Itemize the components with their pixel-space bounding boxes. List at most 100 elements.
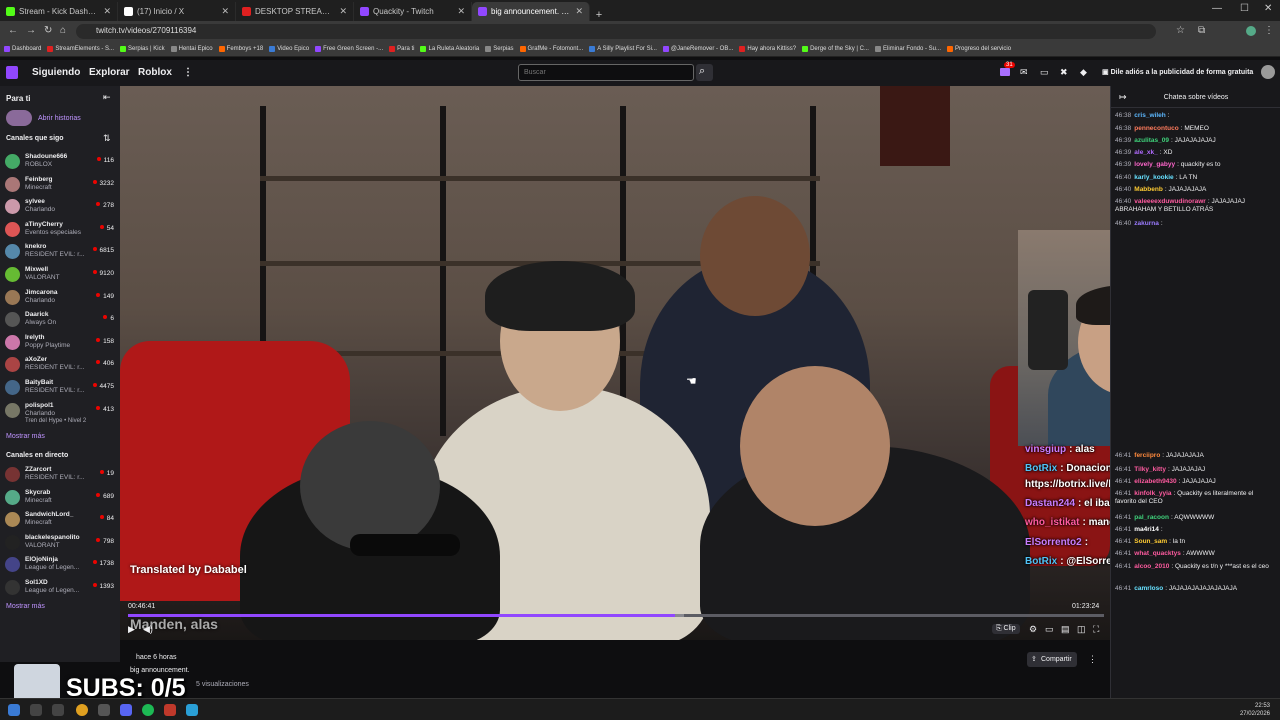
chat-username[interactable]: ferciipro bbox=[1134, 452, 1160, 459]
chat-message[interactable]: 46:41 ferciipro: JAJAJAJAJA bbox=[1115, 452, 1275, 460]
chat-message[interactable]: 46:38 cris_wileh: bbox=[1115, 112, 1275, 120]
chat-username[interactable]: zakurna bbox=[1134, 220, 1159, 227]
home-icon[interactable]: ⌂ bbox=[60, 25, 66, 36]
sidebar-channel[interactable]: Irelyth Poppy Playtime 158 bbox=[5, 333, 117, 355]
sidebar-channel[interactable]: sylvee Charlando 278 bbox=[5, 197, 117, 219]
more-options-icon[interactable]: ⋮ bbox=[1088, 654, 1097, 665]
start-icon[interactable] bbox=[8, 704, 20, 716]
sidebar-channel[interactable]: SandwichLord_ Minecraft 84 bbox=[5, 510, 117, 532]
chat-username[interactable]: valeeeexduwudinorawr bbox=[1134, 198, 1206, 205]
collapse-chat-icon[interactable]: ↦ bbox=[1119, 92, 1127, 103]
stories-avatars[interactable] bbox=[6, 110, 32, 126]
minimize-icon[interactable]: — bbox=[1212, 3, 1222, 14]
sidebar-channel[interactable]: blackelespanolito VALORANT 798 bbox=[5, 533, 117, 555]
close-tab-icon[interactable]: ✕ bbox=[339, 6, 347, 17]
reload-icon[interactable]: ↻ bbox=[44, 25, 52, 36]
chat-message[interactable]: 46:41 elizabeth9430: JAJAJAJAJ bbox=[1115, 478, 1275, 486]
maximize-icon[interactable]: ☐ bbox=[1240, 3, 1249, 14]
sidebar-channel[interactable]: Feinberg Minecraft 3232 bbox=[5, 175, 117, 197]
chat-username[interactable]: kinfolk_yyia bbox=[1134, 490, 1171, 497]
twitch-logo-icon[interactable] bbox=[6, 66, 18, 79]
chat-message[interactable]: 46:39 azulitas_09: JAJAJAJAJAJ bbox=[1115, 137, 1275, 145]
search-button[interactable]: ⌕ bbox=[696, 64, 713, 81]
sidebar-channel[interactable]: ElOjoNinja League of Legen... 1738 bbox=[5, 555, 117, 577]
bookmark-item[interactable]: Serpias bbox=[485, 46, 514, 52]
chat-message[interactable]: 46:41 pal_racoon: AQWWWWW bbox=[1115, 514, 1275, 522]
obs-icon[interactable] bbox=[164, 704, 176, 716]
browser-tab[interactable]: Stream - Kick Dashboard ✕ bbox=[0, 2, 118, 21]
chat-username[interactable]: pal_racoon bbox=[1134, 514, 1169, 521]
close-window-icon[interactable]: ✕ bbox=[1264, 3, 1272, 14]
bookmark-item[interactable]: Para ti bbox=[389, 46, 414, 52]
following-link[interactable]: Siguiendo bbox=[32, 67, 80, 78]
chat-username[interactable]: lovely_gabyy bbox=[1134, 161, 1175, 168]
show-more-live-link[interactable]: Mostrar más bbox=[6, 603, 45, 610]
browser-menu-icon[interactable]: ⋮ bbox=[1264, 25, 1274, 36]
chat-message[interactable]: 46:39 ale_xk_: XD bbox=[1115, 149, 1275, 157]
chat-username[interactable]: karly_kookie bbox=[1134, 174, 1173, 181]
browser-tab[interactable]: Quackity - Twitch ✕ bbox=[354, 2, 472, 21]
chat-message[interactable]: 46:41 kinfolk_yyia: Quackity es literalme… bbox=[1115, 490, 1275, 506]
extensions-icon[interactable]: ⧉ bbox=[1198, 25, 1205, 36]
video-player[interactable]: ☚ bbox=[120, 86, 1110, 640]
close-tab-icon[interactable]: ✕ bbox=[221, 6, 229, 17]
bookmark-item[interactable]: Progreso del servicio bbox=[947, 46, 1011, 52]
sidebar-channel[interactable]: Daarick Always On 6 bbox=[5, 310, 117, 332]
chat-username[interactable]: Soun_sam bbox=[1134, 538, 1167, 545]
sidebar-channel[interactable]: Mixwell VALORANT 9120 bbox=[5, 265, 117, 287]
profile-avatar[interactable] bbox=[1246, 26, 1256, 36]
user-avatar[interactable] bbox=[1261, 65, 1275, 79]
roblox-link[interactable]: Roblox bbox=[138, 67, 172, 78]
bookmark-item[interactable]: Free Green Screen -... bbox=[315, 46, 383, 52]
open-stories-link[interactable]: Abrir historias bbox=[38, 115, 81, 122]
sidebar-channel[interactable]: Sol1XD League of Legen... 1393 bbox=[5, 578, 117, 600]
browser-tab[interactable]: DESKTOP STREAM FT. MR.BEAS...✕ bbox=[236, 2, 354, 21]
layout-icon[interactable]: ◫ bbox=[1077, 624, 1086, 635]
chat-message[interactable]: 46:39 lovely_gabyy: quackity es to bbox=[1115, 161, 1275, 169]
chrome-icon[interactable] bbox=[76, 704, 88, 716]
sidebar-channel[interactable]: Jimcarona Charlando 149 bbox=[5, 288, 117, 310]
browse-link[interactable]: Explorar bbox=[89, 67, 130, 78]
bookmark-item[interactable]: Femboys +18 bbox=[218, 46, 263, 52]
bookmark-item[interactable]: Video Epico bbox=[269, 46, 309, 52]
bookmark-item[interactable]: La Ruleta Aleatoria bbox=[420, 46, 479, 52]
file-explorer-icon[interactable] bbox=[30, 704, 42, 716]
theatre-mode-icon[interactable]: ▭ bbox=[1045, 624, 1054, 635]
whispers-icon[interactable]: ▭ bbox=[1040, 67, 1049, 78]
chat-username[interactable]: ma4ri14 bbox=[1134, 526, 1159, 533]
chat-username[interactable]: camrloso bbox=[1134, 585, 1163, 592]
hype-icon[interactable]: ✖ bbox=[1060, 67, 1068, 78]
close-tab-icon[interactable]: ✕ bbox=[575, 6, 583, 17]
chat-username[interactable]: azulitas_09 bbox=[1134, 137, 1169, 144]
clip-button[interactable]: ⎘ Clip bbox=[992, 624, 1020, 634]
chat-message[interactable]: 46:40 Mabbenb: JAJAJAJAJA bbox=[1115, 186, 1275, 194]
share-button[interactable]: ⇪ Compartir bbox=[1027, 652, 1077, 667]
address-bar[interactable]: twitch.tv/videos/2709116394 bbox=[76, 24, 1156, 39]
sidebar-channel[interactable]: polispol1 Charlando 413 Tren del Hype • Niv… bbox=[5, 401, 117, 424]
bookmark-item[interactable]: Hay ahora Kittiss? bbox=[739, 46, 796, 52]
chat-message[interactable]: 46:38 pennecontuco: MEMEO bbox=[1115, 125, 1275, 133]
settings-gear-icon[interactable]: ⚙ bbox=[1029, 624, 1037, 635]
bookmark-item[interactable]: Hentai Epico bbox=[170, 46, 213, 52]
bits-icon[interactable]: ◆ bbox=[1080, 67, 1087, 78]
chat-username[interactable]: Mabbenb bbox=[1134, 186, 1163, 193]
new-tab-button[interactable]: + bbox=[590, 9, 608, 21]
taskbar-app-icon[interactable] bbox=[98, 704, 110, 716]
chat-message[interactable]: 46:41 alcoo_2010: Quackity es t/n y ***as… bbox=[1115, 563, 1275, 571]
bookmark-star-icon[interactable]: ☆ bbox=[1176, 25, 1185, 36]
volume-icon[interactable]: ◀) bbox=[143, 624, 153, 635]
browser-tab-active[interactable]: big announcement. - Twitch✕ bbox=[472, 2, 590, 21]
chat-message[interactable]: 46:41 camrloso: JAJAJAJAJAJAJAJAJA bbox=[1115, 585, 1275, 593]
chat-username[interactable]: alcoo_2010 bbox=[1134, 563, 1169, 570]
sort-icon[interactable]: ⇅ bbox=[103, 133, 111, 144]
chat-message[interactable]: 46:40 zakurna: bbox=[1115, 220, 1275, 228]
chat-message[interactable]: 46:41 ma4ri14: bbox=[1115, 526, 1275, 534]
browser-tab[interactable]: (17) Inicio / X ✕ bbox=[118, 2, 236, 21]
inbox-icon[interactable]: ✉ bbox=[1020, 67, 1028, 78]
chat-message[interactable]: 46:40 valeeeexduwudinorawr: JAJAJAJAJ ABR… bbox=[1115, 198, 1275, 214]
bookmark-item[interactable]: StreamElements - S... bbox=[47, 46, 114, 52]
sidebar-channel[interactable]: Skycrab Minecraft 689 bbox=[5, 488, 117, 510]
close-tab-icon[interactable]: ✕ bbox=[457, 6, 465, 17]
collapse-sidebar-icon[interactable]: ⇤ bbox=[103, 92, 111, 103]
chat-message[interactable]: 46:40 karly_kookie: LA TN bbox=[1115, 174, 1275, 182]
